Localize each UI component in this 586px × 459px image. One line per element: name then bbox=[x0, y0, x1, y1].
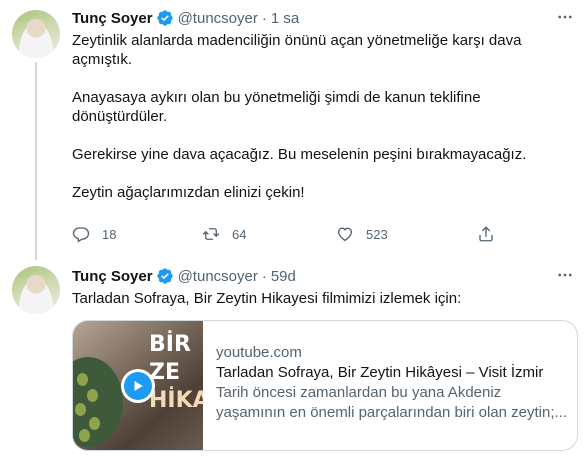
tweet-header: Tunç Soyer @tuncsoyer · 1 sa bbox=[72, 8, 572, 28]
thumbnail-olive bbox=[75, 403, 86, 416]
thumbnail-title-line1: BİR ZE bbox=[149, 332, 191, 385]
thumbnail-title-line2: HİKA bbox=[149, 388, 203, 413]
tweet-time[interactable]: 59d bbox=[271, 268, 296, 285]
like-button[interactable]: 523 bbox=[336, 222, 388, 246]
tweet-header: Tunç Soyer @tuncsoyer · 59d bbox=[72, 266, 572, 286]
thumbnail-olive bbox=[87, 389, 98, 402]
avatar-column bbox=[12, 10, 60, 58]
user-handle[interactable]: @tuncsoyer bbox=[178, 10, 258, 27]
card-description-line2: yaşamının en önemli parçalarından biri o… bbox=[216, 404, 568, 421]
like-count: 523 bbox=[366, 226, 388, 242]
verified-badge-icon bbox=[156, 10, 173, 26]
play-icon bbox=[134, 381, 143, 391]
tweet-text: Tarladan Sofraya, Bir Zeytin Hikayesi fi… bbox=[72, 290, 462, 307]
card-domain: youtube.com bbox=[216, 344, 302, 361]
card-body: youtube.com Tarladan Sofraya, Bir Zeytin… bbox=[216, 343, 571, 423]
avatar[interactable] bbox=[12, 266, 60, 314]
thread-connector-line bbox=[35, 62, 37, 260]
card-title: Tarladan Sofraya, Bir Zeytin Hikâyesi – … bbox=[216, 364, 544, 381]
reply-count: 18 bbox=[102, 226, 117, 242]
display-name[interactable]: Tunç Soyer bbox=[72, 10, 153, 27]
share-icon bbox=[479, 226, 493, 242]
retweet-icon bbox=[202, 228, 220, 240]
user-handle[interactable]: @tuncsoyer bbox=[178, 268, 258, 285]
separator-dot: · bbox=[261, 267, 267, 285]
more-button[interactable] bbox=[554, 6, 576, 28]
retweet-button[interactable]: 64 bbox=[202, 222, 246, 246]
tweet-text: Zeytinlik alanlarda madenciliğin önünü a… bbox=[72, 32, 527, 201]
retweet-count: 64 bbox=[232, 226, 247, 242]
thumbnail-title: BİR ZE HİKA bbox=[149, 331, 203, 415]
link-preview-card[interactable]: BİR ZE HİKA youtube.com Tarladan Sofraya… bbox=[72, 320, 578, 451]
more-dots-icon bbox=[558, 273, 572, 277]
heart-icon bbox=[337, 227, 353, 242]
more-button[interactable] bbox=[554, 264, 576, 286]
tweet-content: Tunç Soyer @tuncsoyer · 59d Tarladan Sof… bbox=[72, 266, 572, 308]
tweet[interactable]: Tunç Soyer @tuncsoyer · 1 sa Zeytinlik a… bbox=[0, 0, 586, 262]
video-thumbnail[interactable]: BİR ZE HİKA bbox=[73, 321, 203, 450]
avatar[interactable] bbox=[12, 10, 60, 58]
tweet-time[interactable]: 1 sa bbox=[271, 10, 299, 27]
thumbnail-olive bbox=[77, 373, 88, 386]
play-button[interactable] bbox=[121, 369, 155, 403]
reply-icon bbox=[72, 227, 90, 243]
thumbnail-olive bbox=[89, 417, 100, 430]
play-button-inner bbox=[124, 372, 152, 400]
thumbnail-olive bbox=[79, 429, 90, 442]
verified-badge-icon bbox=[156, 268, 173, 284]
display-name[interactable]: Tunç Soyer bbox=[72, 268, 153, 285]
reply-button[interactable]: 18 bbox=[72, 222, 116, 246]
tweet-actions: 18 64 523 bbox=[72, 222, 502, 246]
avatar-column bbox=[12, 266, 60, 314]
share-button[interactable] bbox=[477, 222, 495, 246]
more-dots-icon bbox=[558, 15, 572, 19]
separator-dot: · bbox=[261, 9, 267, 27]
card-description-line1: Tarih öncesi zamanlardan bu yana Akdeniz bbox=[216, 384, 502, 401]
tweet-content: Tunç Soyer @tuncsoyer · 1 sa Zeytinlik a… bbox=[72, 8, 572, 202]
